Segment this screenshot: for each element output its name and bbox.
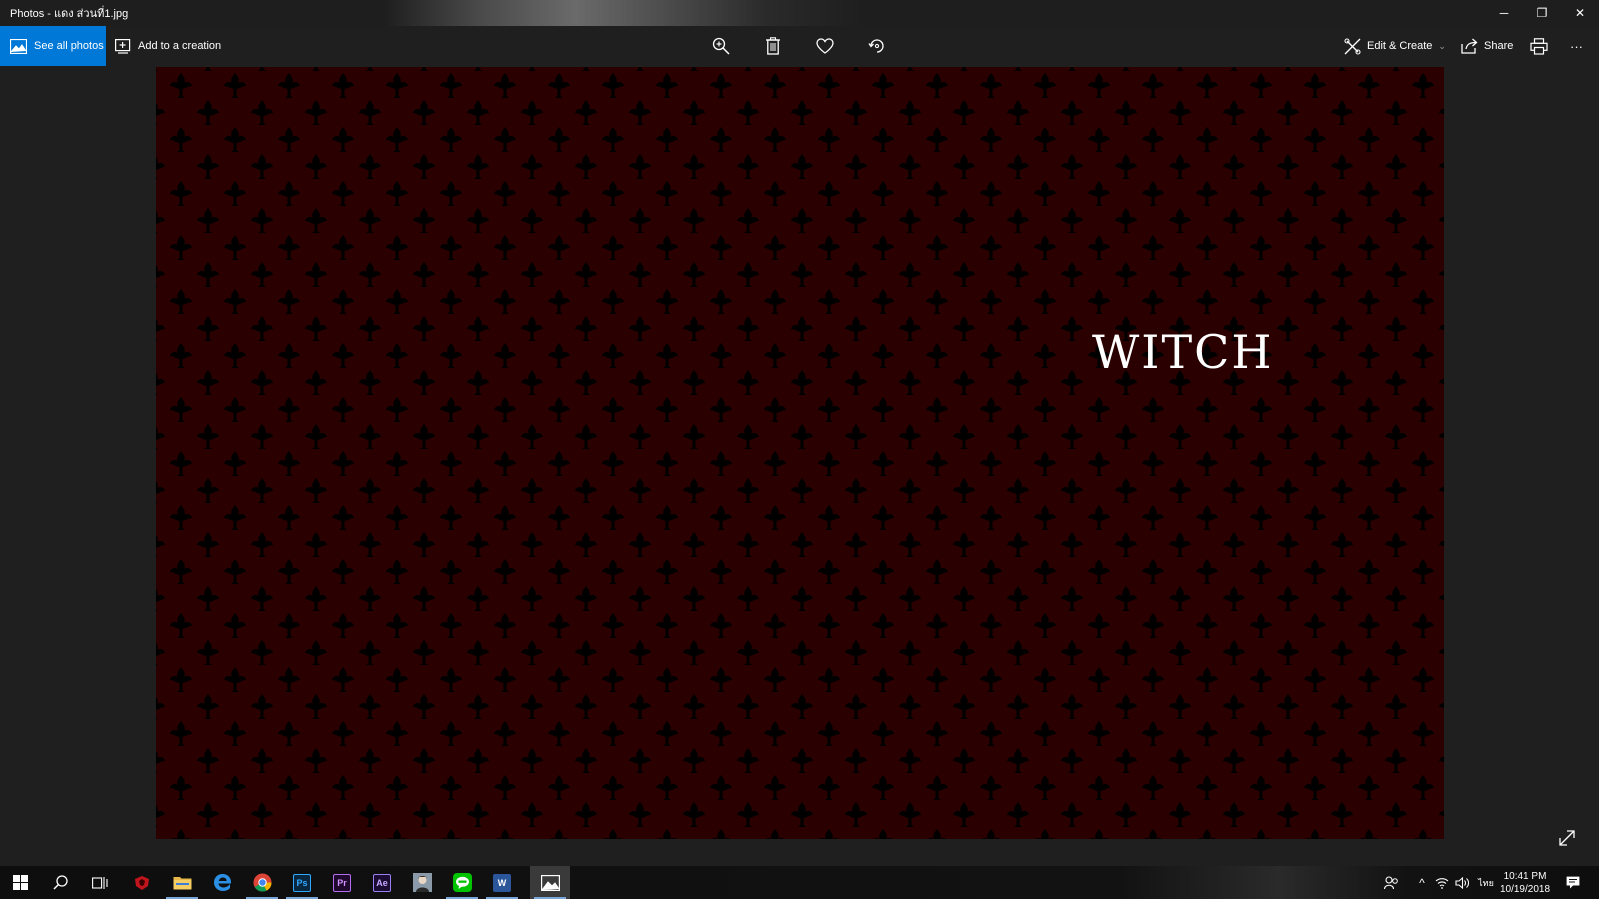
minimize-button[interactable]: ─ [1485,0,1523,26]
photoshop-icon: Ps [293,873,311,892]
chevron-up-icon: ^ [1419,875,1425,890]
avatar-app-icon [412,873,432,892]
taskbar-app-photoshop[interactable]: Ps [282,866,322,899]
more-options-icon: ··· [1570,38,1583,54]
taskbar-app-word[interactable]: W [482,866,522,899]
taskbar-app-edge[interactable] [202,866,242,899]
print-button[interactable] [1528,35,1550,57]
photo-image[interactable]: WITCH [156,67,1444,839]
delete-icon [766,37,780,55]
taskbar-app-after-effects[interactable]: Ae [362,866,402,899]
window-controls: ─ ❐ ✕ [1485,0,1599,26]
photo-viewer: WITCH [0,66,1599,866]
edit-create-label: Edit & Create [1367,40,1433,52]
close-button[interactable]: ✕ [1561,0,1599,26]
file-explorer-icon [173,877,191,890]
rotate-button[interactable] [866,35,888,57]
taskbar-clock[interactable]: 10:41 PM 10/19/2018 [1495,870,1555,896]
input-language-label: ไทย [1478,877,1494,888]
full-screen-button[interactable] [1557,828,1579,850]
show-hidden-icons-button[interactable]: ^ [1412,866,1432,899]
start-icon [12,875,28,890]
favorite-button[interactable] [814,35,836,57]
photos-icon [540,874,560,891]
share-button[interactable]: Share [1461,26,1513,66]
chrome-icon [253,873,272,892]
after-effects-icon: Ae [373,873,391,892]
volume-button[interactable] [1452,866,1472,899]
window-title: Photos - แดง ส่วนที่1.jpg [10,8,129,20]
taskbar: Ps Pr Ae W ^ ไทย 10:41 PM 10/19/2018 [0,866,1599,899]
edit-create-button[interactable]: Edit & Create ⌄ [1344,26,1446,66]
add-to-creation-button[interactable]: Add to a creation [115,26,221,66]
fleur-de-lis-pattern [156,67,1444,839]
add-to-creation-label: Add to a creation [138,40,222,52]
see-all-photos-button[interactable]: See all photos [0,26,106,66]
clock-date: 10/19/2018 [1499,884,1551,895]
heart-icon [816,38,834,54]
title-bar: Photos - แดง ส่วนที่1.jpg ─ ❐ ✕ [0,0,1599,26]
share-label: Share [1484,40,1514,52]
taskbar-app-avatar[interactable] [402,866,442,899]
game-icon [135,875,149,890]
photos-gallery-icon [10,38,27,54]
taskbar-app-chrome[interactable] [242,866,282,899]
share-icon [1461,38,1478,54]
zoom-in-icon [712,37,730,55]
taskbar-app-game[interactable] [122,866,162,899]
wifi-icon [1435,877,1449,889]
rotate-icon [868,39,884,53]
delete-button[interactable] [762,35,784,57]
people-icon [1383,875,1398,889]
task-view-button[interactable] [80,866,120,899]
search-icon [52,875,68,890]
print-icon [1530,37,1548,55]
search-button[interactable] [40,866,80,899]
see-all-photos-label: See all photos [34,40,104,52]
notification-icon [1566,876,1580,889]
more-options-button[interactable]: ··· [1570,26,1583,66]
people-button[interactable] [1380,866,1402,899]
taskbar-app-file-explorer[interactable] [162,866,202,899]
restore-button[interactable]: ❐ [1523,0,1561,26]
task-view-icon [92,876,108,889]
volume-icon [1455,876,1469,889]
zoom-in-button[interactable] [710,35,732,57]
clock-time: 10:41 PM [1503,871,1547,882]
add-creation-icon [115,38,131,54]
line-icon [452,873,472,892]
network-button[interactable] [1432,866,1452,899]
taskbar-app-photos[interactable] [530,866,570,899]
chevron-down-icon: ⌄ [1438,40,1446,51]
taskbar-app-premiere[interactable]: Pr [322,866,362,899]
edge-icon [213,874,231,891]
toolbar: See all photos Add to a creation Edit & … [0,26,1599,66]
word-icon: W [493,873,511,892]
photo-caption-text: WITCH [1092,325,1274,379]
expand-icon [1559,830,1575,846]
taskbar-app-line[interactable] [442,866,482,899]
edit-create-icon [1344,37,1361,55]
action-center-button[interactable] [1560,866,1586,899]
premiere-icon: Pr [333,873,351,892]
start-button[interactable] [0,866,40,899]
